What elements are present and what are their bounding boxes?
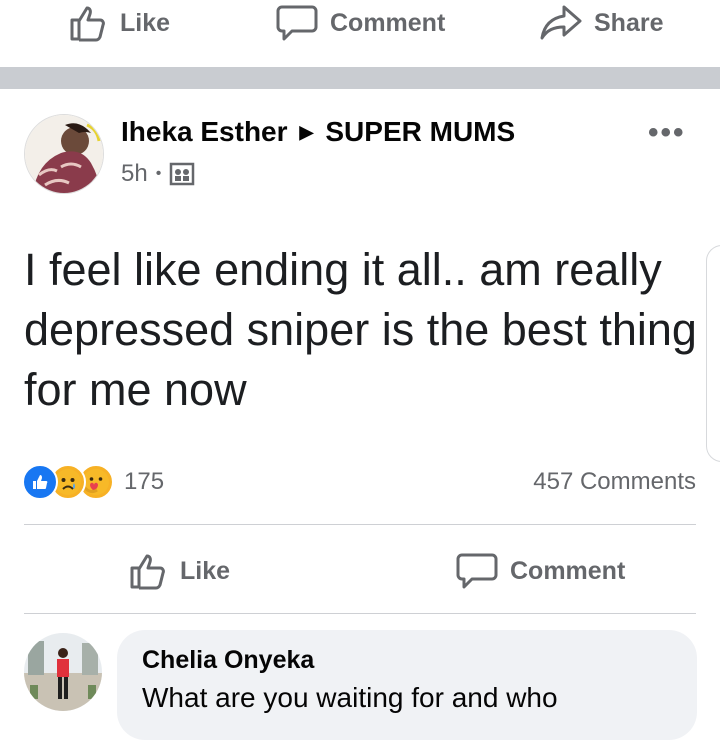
share-arrow-icon [540,5,582,40]
commenter-name[interactable]: Chelia Onyeka [142,646,314,675]
feed-separator [0,67,720,89]
meta-separator: • [155,165,162,182]
comment-label: Comment [330,8,446,37]
share-button[interactable]: Share [540,0,663,46]
group-members-icon [170,162,195,186]
post-meta: 5h • [121,160,195,188]
post-text: I feel like ending it all.. am really de… [24,244,697,415]
thumbs-up-icon [70,6,105,42]
post-like-label: Like [180,556,231,585]
like-label: Like [120,8,171,37]
post-author-line: Iheka Esther ▶ SUPER MUMS [121,116,515,148]
post-comment-label: Comment [510,556,626,585]
group-name[interactable]: SUPER MUMS [325,116,515,148]
post-time[interactable]: 5h [121,160,148,188]
reaction-count: 175 [124,468,165,495]
more-options-button[interactable]: ••• [648,116,686,150]
post-comment-button[interactable]: Comment [456,548,625,594]
reactions-summary[interactable]: 175 [22,464,164,500]
post-like-button[interactable]: Like [128,548,230,594]
divider-top [24,524,696,525]
comment-bubble-icon [456,553,498,589]
like-button[interactable]: Like [68,0,170,46]
like-reaction-icon [22,464,58,500]
author-name[interactable]: Iheka Esther [121,116,288,148]
comment-count[interactable]: 457 Comments [533,468,696,496]
comment-button[interactable]: Comment [276,0,445,46]
divider-bottom [24,613,696,614]
previous-post-action-bar: Like Comment Share [0,0,720,62]
side-card-edge [706,245,720,462]
thumbs-up-icon [130,554,165,590]
share-label: Share [594,8,664,37]
right-triangle-icon: ▶ [299,121,314,142]
comment-text: What are you waiting for and who [142,682,558,713]
author-avatar[interactable] [24,114,104,194]
commenter-avatar[interactable] [24,633,102,711]
comment-bubble-icon [276,5,318,41]
